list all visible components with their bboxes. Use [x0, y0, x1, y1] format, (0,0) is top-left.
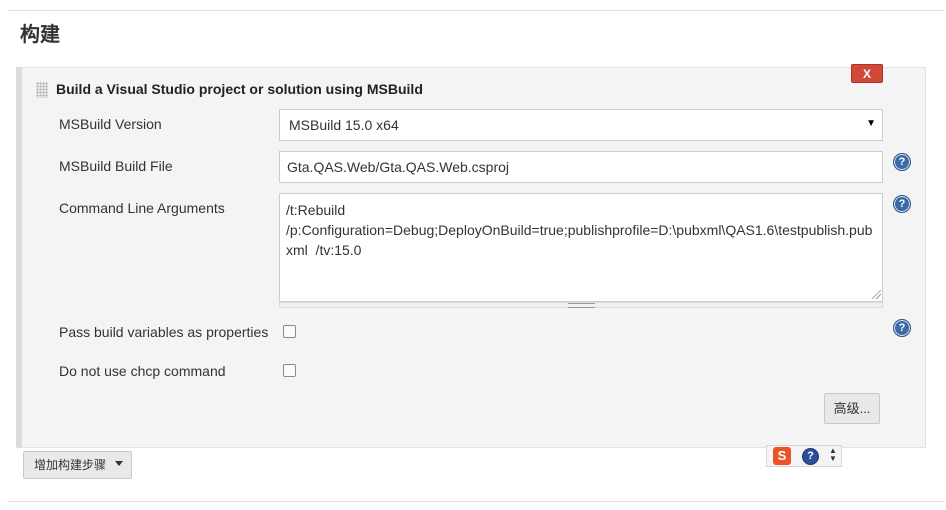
- help-icon[interactable]: ?: [893, 153, 911, 171]
- pass-build-variables-checkbox[interactable]: [283, 325, 296, 338]
- command-line-arguments-label: Command Line Arguments: [59, 200, 225, 216]
- msbuild-build-file-input[interactable]: Gta.QAS.Web/Gta.QAS.Web.csproj: [279, 151, 883, 183]
- no-chcp-label: Do not use chcp command: [59, 363, 226, 379]
- msbuild-build-file-label: MSBuild Build File: [59, 158, 173, 174]
- pass-build-variables-label: Pass build variables as properties: [59, 324, 269, 340]
- msbuild-version-label: MSBuild Version: [59, 116, 162, 132]
- help-icon[interactable]: ?: [802, 448, 819, 465]
- build-step-title: Build a Visual Studio project or solutio…: [56, 81, 423, 97]
- textarea-resize-corner-icon[interactable]: [872, 290, 881, 299]
- msbuild-version-value: MSBuild 15.0 x64: [289, 117, 399, 133]
- drag-handle-icon[interactable]: [36, 82, 48, 98]
- updown-arrows-icon[interactable]: ▲ ▼: [826, 447, 840, 465]
- chevron-down-icon: [115, 461, 123, 466]
- delete-step-button[interactable]: x: [851, 64, 883, 83]
- top-divider: [8, 10, 944, 11]
- add-build-step-label: 增加构建步骤: [34, 458, 107, 472]
- chevron-down-icon: ▼: [866, 118, 876, 129]
- help-icon[interactable]: ?: [893, 319, 911, 337]
- section-title: 构建: [20, 22, 60, 46]
- no-chcp-checkbox[interactable]: [283, 364, 296, 377]
- advanced-button[interactable]: 高级...: [824, 393, 880, 424]
- resize-grip-icon: [568, 303, 595, 308]
- help-icon[interactable]: ?: [893, 195, 911, 213]
- bottom-divider: [8, 501, 944, 502]
- sogou-s-icon[interactable]: S: [773, 447, 791, 465]
- panel-left-bar: [16, 67, 22, 448]
- command-line-arguments-textarea[interactable]: /t:Rebuild /p:Configuration=Debug;Deploy…: [279, 193, 883, 302]
- msbuild-version-select[interactable]: MSBuild 15.0 x64 ▼: [279, 109, 883, 141]
